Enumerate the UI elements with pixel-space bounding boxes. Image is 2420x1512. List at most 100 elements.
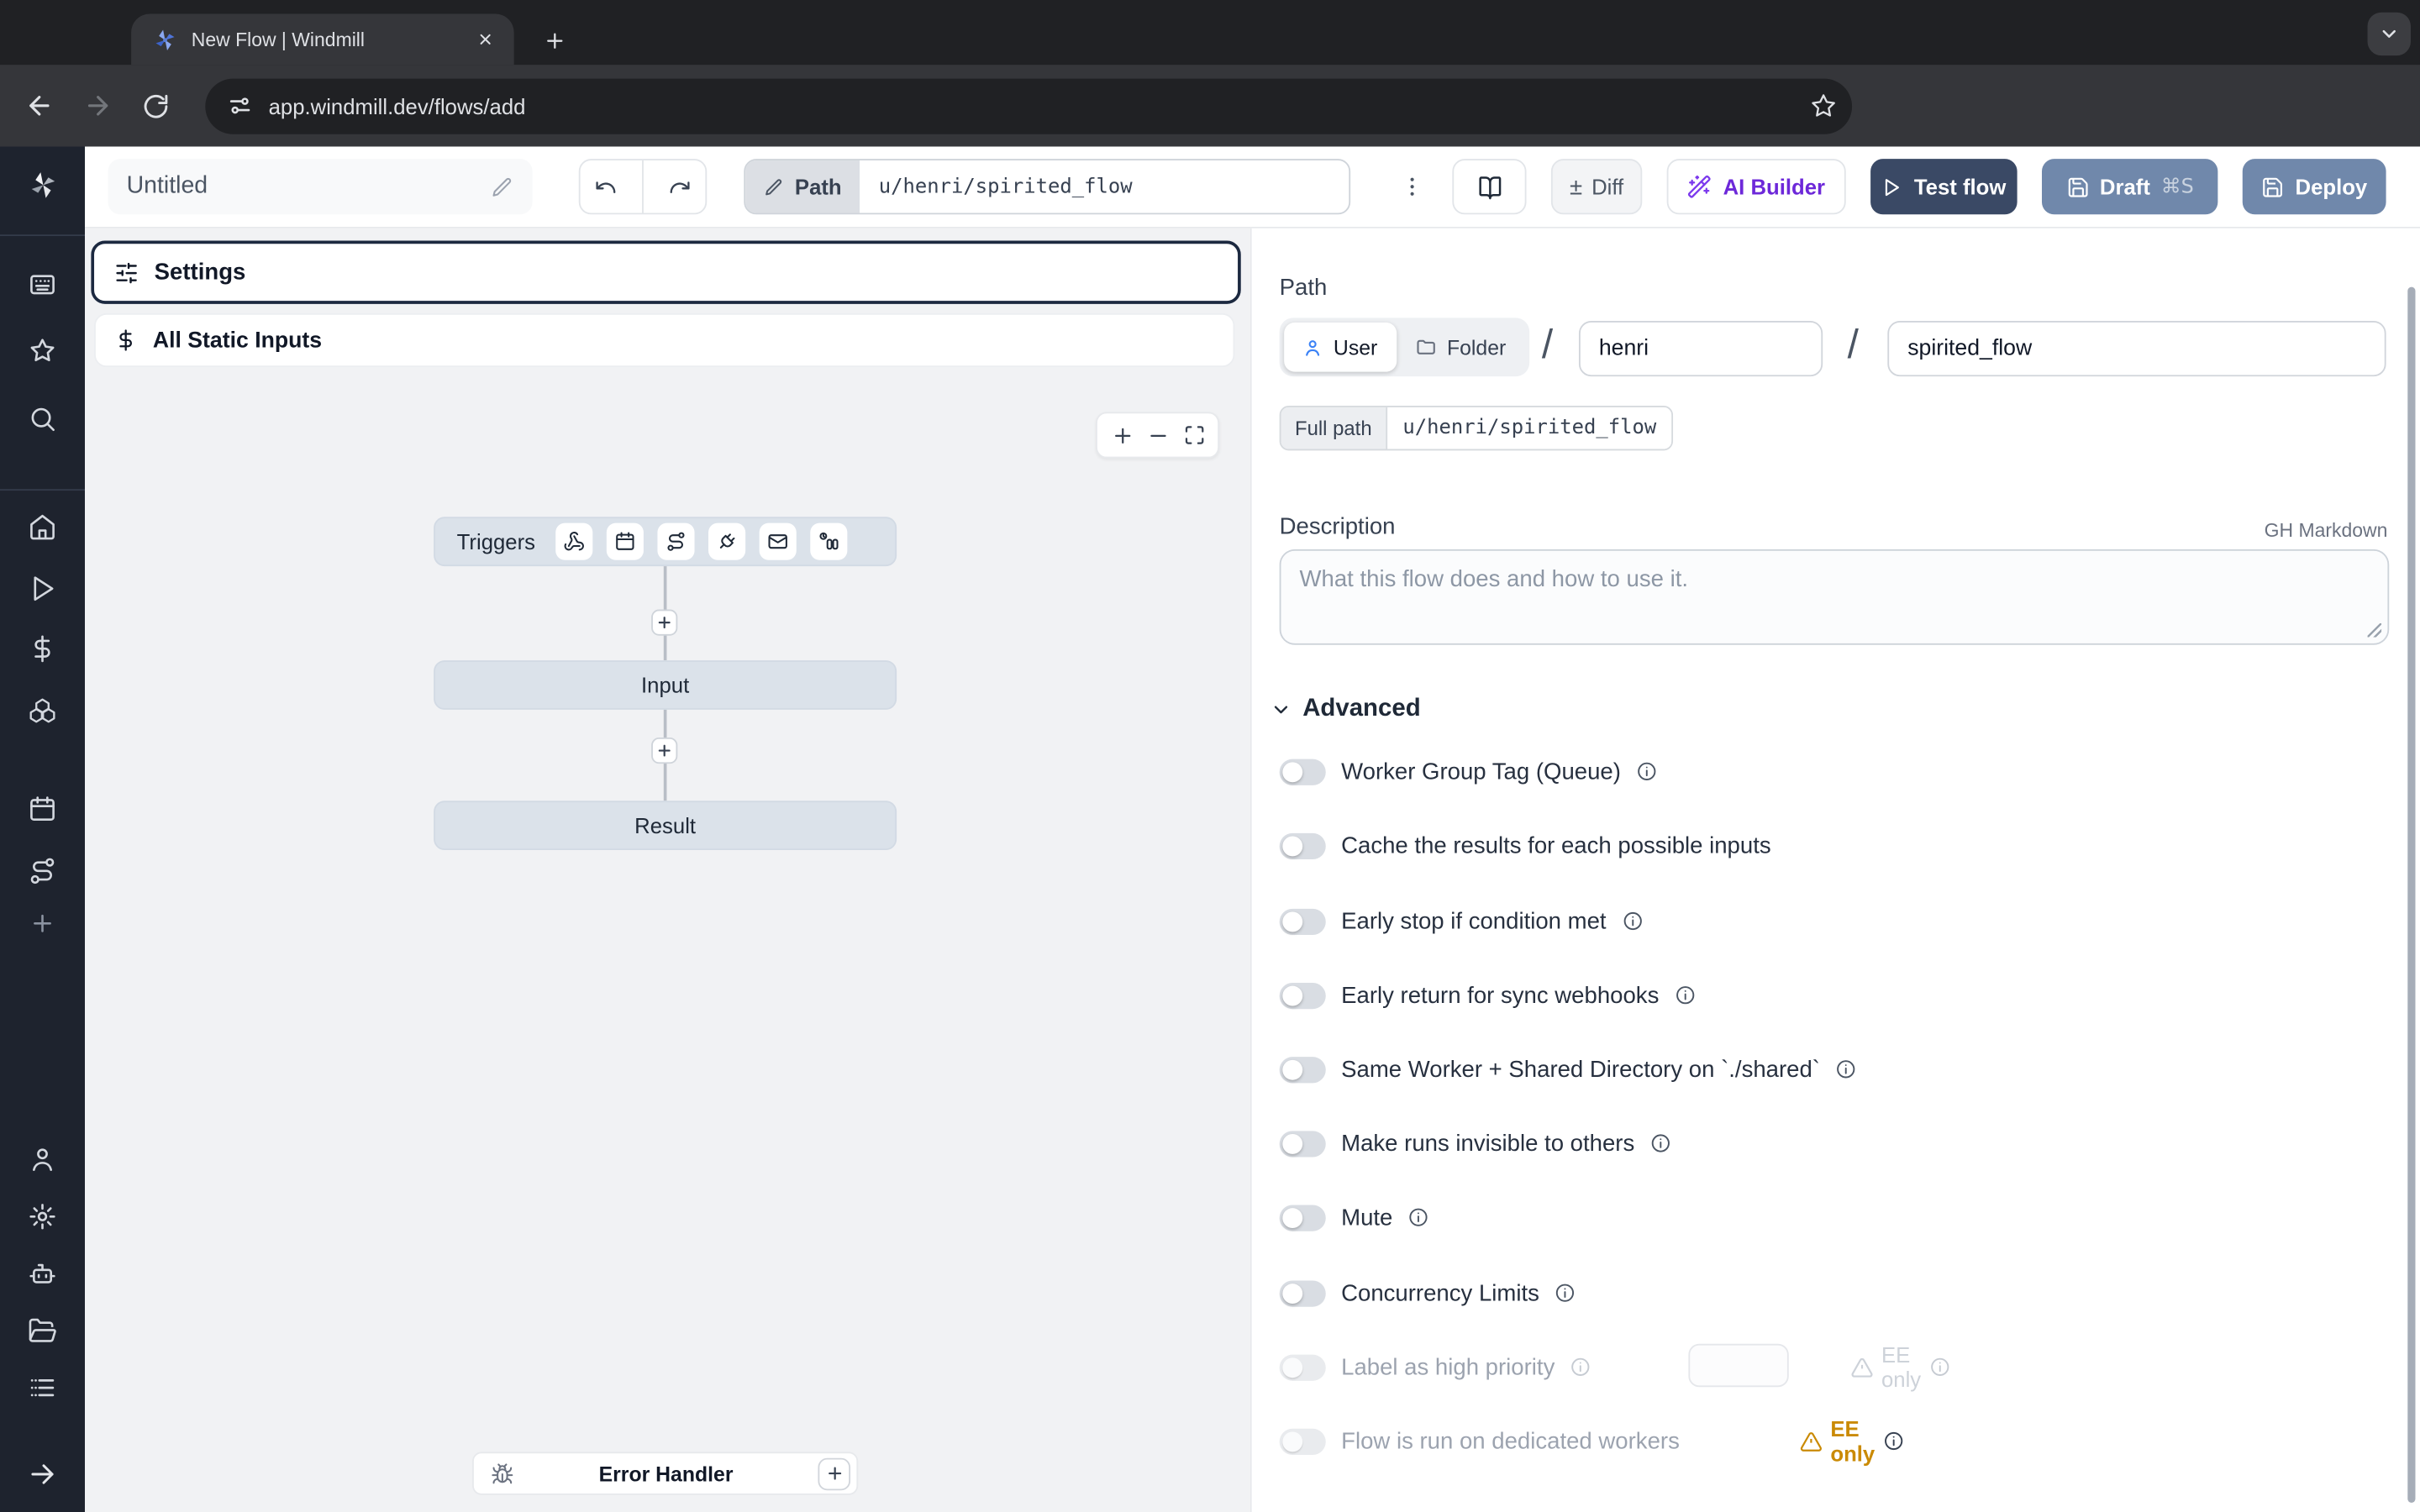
info-icon[interactable] [1555,1282,1576,1304]
settings-gear-icon[interactable] [27,1200,58,1231]
add-icon[interactable] [27,907,58,938]
search-icon[interactable] [27,402,58,433]
runs-icon[interactable] [27,572,58,603]
toggle-switch[interactable] [1280,1428,1326,1454]
route-trigger-icon[interactable] [657,523,694,560]
logs-icon[interactable] [27,1372,58,1403]
error-handler-node[interactable]: Error Handler [472,1452,858,1494]
edit-name-pencil-icon[interactable] [491,175,514,198]
webhook-trigger-icon[interactable] [555,523,592,560]
flow-settings-panel: Path User Folder [1250,228,2420,1512]
toggle-row-mute: Mute [1280,1199,1430,1236]
toggle-row-cache-results: Cache the results for each possible inpu… [1280,827,1771,864]
new-tab-button[interactable] [534,20,575,60]
refresh-icon[interactable] [131,81,181,130]
email-trigger-icon[interactable] [759,523,796,560]
panel-scrollbar[interactable] [2407,287,2415,1503]
toggle-switch[interactable] [1280,759,1326,785]
toggle-row-high-priority: Label as high priority EE only [1280,1348,1592,1385]
workspace-switcher-icon[interactable] [27,269,58,300]
owner-kind-user[interactable]: User [1284,323,1396,372]
all-static-inputs-node[interactable]: All Static Inputs [94,313,1234,367]
draft-button[interactable]: Draft ⌘S [2042,159,2217,214]
browser-chrome: New Flow | Windmill [0,0,2420,146]
connector-trigger-icon[interactable] [708,523,745,560]
play-icon [1881,176,1902,197]
info-icon[interactable] [1622,911,1644,932]
info-icon[interactable] [1928,1356,1950,1378]
site-settings-icon[interactable] [227,92,253,118]
info-icon[interactable] [1835,1058,1857,1080]
flow-name-field[interactable]: Untitled [108,159,533,214]
address-bar[interactable]: app.windmill.dev/flows/add [205,78,1852,134]
info-icon[interactable] [1882,1431,1904,1452]
ai-builder-button[interactable]: AI Builder [1667,159,1846,214]
resources-icon[interactable] [27,695,58,726]
toggle-switch[interactable] [1280,1130,1326,1156]
toggle-row-dedicated-workers: Flow is run on dedicated workers EE only [1280,1422,1680,1459]
info-icon[interactable] [1570,1356,1592,1378]
path-name-input[interactable]: spirited_flow [1887,321,2386,376]
bookmark-star-icon[interactable] [1810,92,1836,118]
info-icon[interactable] [1675,984,1697,1006]
folders-icon[interactable] [27,1315,58,1346]
priority-value-input[interactable] [1688,1344,1788,1387]
routes-icon[interactable] [27,855,58,886]
path-widget[interactable]: Path u/henri/spirited_flow [744,159,1350,214]
chevron-down-icon [1270,699,1292,721]
schedules-icon[interactable] [27,793,58,824]
toggle-switch[interactable] [1280,1280,1326,1306]
toggle-switch[interactable] [1280,908,1326,934]
windmill-favicon [153,27,177,51]
more-options-button[interactable] [1389,159,1435,214]
triggers-node[interactable]: Triggers [434,517,897,566]
input-node[interactable]: Input [434,660,897,710]
fit-view-icon[interactable] [1183,424,1205,446]
docs-button[interactable] [1452,159,1526,214]
info-icon[interactable] [1408,1206,1430,1228]
toggle-switch[interactable] [1280,1354,1326,1380]
path-value[interactable]: u/henri/spirited_flow [860,175,1151,198]
settings-node[interactable]: Settings [91,241,1240,304]
browser-tab[interactable]: New Flow | Windmill [131,14,514,66]
deploy-button[interactable]: Deploy [2243,159,2386,214]
variables-icon[interactable] [27,633,58,664]
favorites-icon[interactable] [27,335,58,366]
description-textarea[interactable] [1280,549,2390,645]
schedule-trigger-icon[interactable] [607,523,644,560]
add-step-button[interactable] [651,738,677,764]
tab-close-icon[interactable] [471,25,498,53]
owner-kind-folder[interactable]: Folder [1396,323,1524,372]
toggle-switch[interactable] [1280,1056,1326,1082]
info-icon[interactable] [1636,761,1658,783]
toggle-switch[interactable] [1280,982,1326,1008]
expand-sidebar-icon[interactable] [27,1458,58,1489]
workers-icon[interactable] [27,1257,58,1289]
result-node[interactable]: Result [434,801,897,850]
redo-button[interactable] [655,160,705,213]
wand-sparkles-icon [1687,175,1712,199]
zoom-in-icon[interactable] [1111,423,1134,447]
tab-title: New Flow | Windmill [192,29,457,50]
user-icon[interactable] [27,1143,58,1174]
flow-canvas[interactable]: Settings All Static Inputs [85,228,1250,1512]
advanced-section-header[interactable]: Advanced [1270,696,1421,723]
back-icon[interactable] [14,81,64,130]
forward-icon[interactable] [72,81,122,130]
zoom-out-icon[interactable] [1147,423,1171,447]
test-flow-button[interactable]: Test flow [1870,159,2017,214]
windmill-logo[interactable] [27,170,58,201]
home-icon[interactable] [27,511,58,542]
tab-overflow-button[interactable] [2368,13,2411,55]
diff-button[interactable]: ± Diff [1551,159,1642,214]
full-path-label: Full path [1281,407,1387,449]
poll-trigger-icon[interactable] [810,523,847,560]
info-icon[interactable] [1650,1132,1672,1154]
toggle-switch[interactable] [1280,832,1326,858]
path-owner-input[interactable]: henri [1579,321,1823,376]
deploy-label: Deploy [2296,175,2368,199]
undo-button[interactable] [581,160,630,213]
add-step-button[interactable] [651,610,677,636]
add-error-handler-button[interactable] [818,1457,850,1490]
toggle-switch[interactable] [1280,1205,1326,1231]
